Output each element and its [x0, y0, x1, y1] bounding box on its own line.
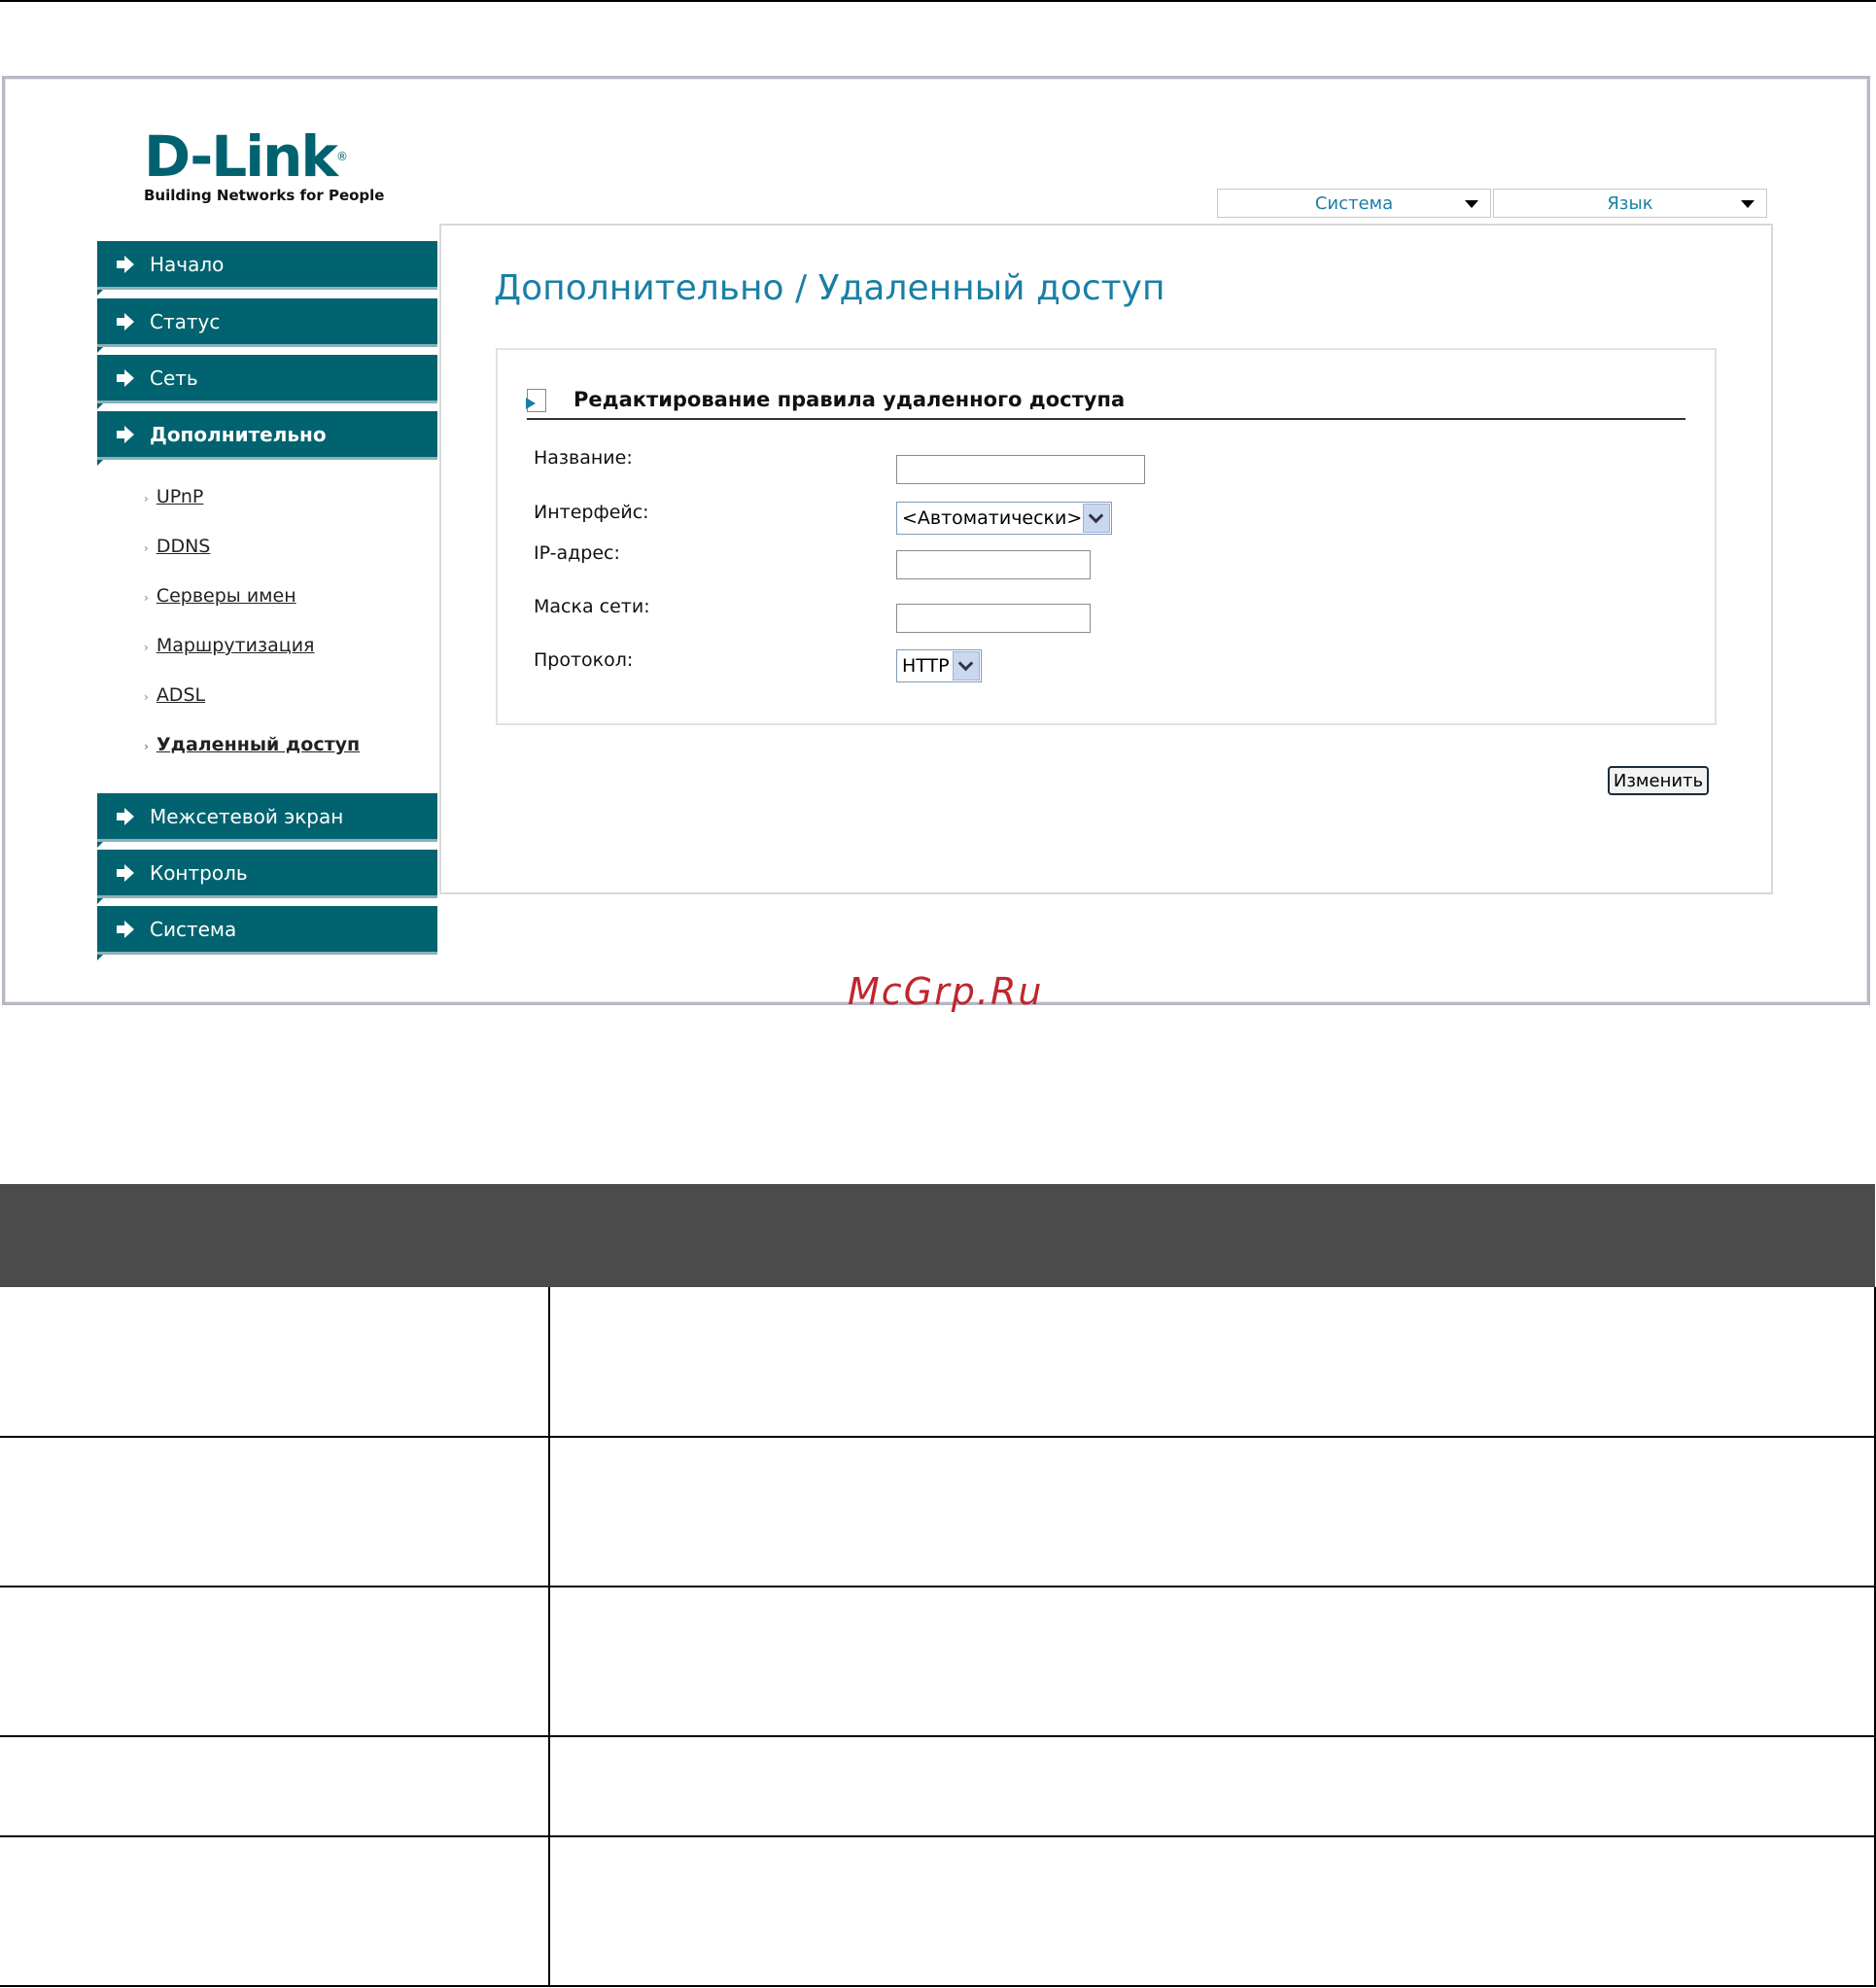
logo-brand: D-Link	[144, 123, 338, 190]
sidebar-item-control[interactable]: Контроль	[97, 850, 437, 904]
arrow-right-icon	[117, 312, 138, 331]
table-row	[0, 1587, 1876, 1737]
section-header: Редактирование правила удаленного доступ…	[526, 388, 1685, 420]
dlink-logo: D-Link® Building Networks for People	[144, 123, 385, 204]
sidebar-subitem-ddns[interactable]: › DDNS	[144, 536, 210, 557]
sidebar-item-label: Статус	[150, 309, 221, 333]
netmask-field[interactable]	[896, 604, 1091, 633]
mask-label: Маска сети:	[534, 596, 650, 617]
sidebar-item-label: Межсетевой экран	[150, 804, 344, 828]
table-cell-desc	[549, 1587, 1876, 1737]
sidebar-item-firewall[interactable]: Межсетевой экран	[97, 793, 437, 848]
table-row	[0, 1736, 1876, 1837]
table-cell-desc	[549, 1736, 1876, 1837]
sidebar-item-label: Дополнительно	[150, 422, 327, 446]
table-cell-desc	[549, 1437, 1876, 1587]
interface-select-value: <Автоматически>	[902, 507, 1083, 529]
protocol-select[interactable]: HTTP	[896, 649, 982, 682]
change-button[interactable]: Изменить	[1608, 766, 1709, 795]
table-row	[0, 1836, 1876, 1987]
bullet-icon: ›	[144, 541, 149, 555]
sidebar-item-advanced[interactable]: Дополнительно	[97, 411, 437, 466]
table-header	[0, 1184, 1875, 1287]
sidebar-item-label: Начало	[150, 252, 225, 276]
bullet-icon: ›	[144, 740, 149, 753]
sidebar-item-home[interactable]: Начало	[97, 241, 437, 296]
bullet-icon: ›	[144, 690, 149, 704]
arrow-right-icon	[117, 368, 138, 387]
sidebar-subitem-dns-servers[interactable]: › Серверы имен	[144, 585, 296, 607]
table-row	[0, 1287, 1876, 1438]
sidebar-subitem-adsl[interactable]: › ADSL	[144, 684, 205, 706]
sidebar-item-status[interactable]: Статус	[97, 298, 437, 353]
language-menu[interactable]: Язык	[1493, 189, 1767, 218]
arrow-right-icon	[117, 807, 138, 825]
watermark: McGrp.Ru	[848, 970, 1044, 1013]
table-row	[0, 1437, 1876, 1587]
sidebar-item-label: Сеть	[150, 366, 198, 390]
arrow-right-icon	[117, 920, 138, 938]
system-menu[interactable]: Система	[1217, 189, 1491, 218]
sidebar-item-label: Контроль	[150, 860, 248, 885]
chevron-down-icon	[953, 651, 980, 680]
arrow-right-icon	[117, 255, 138, 273]
sidebar-subitem-remote-access[interactable]: › Удаленный доступ	[144, 734, 360, 755]
table-cell-param	[0, 1836, 550, 1987]
parameters-table	[0, 1184, 1876, 1987]
document-arrow-icon	[526, 389, 546, 412]
interface-select[interactable]: <Автоматически>	[896, 502, 1112, 535]
top-rule	[0, 0, 1876, 2]
table-cell-param	[0, 1736, 550, 1837]
interface-label: Интерфейс:	[534, 502, 649, 523]
page-title: Дополнительно / Удаленный доступ	[494, 268, 1165, 308]
sidebar-item-network[interactable]: Сеть	[97, 355, 437, 409]
sidebar-subitem-routing[interactable]: › Маршрутизация	[144, 635, 314, 656]
arrow-right-icon	[117, 425, 138, 443]
ip-label: IP-адрес:	[534, 542, 620, 564]
table-cell-desc	[549, 1287, 1876, 1438]
arrow-right-icon	[117, 863, 138, 882]
chevron-down-icon	[1741, 200, 1754, 208]
system-menu-label: Система	[1314, 192, 1394, 214]
logo-tagline: Building Networks for People	[144, 187, 385, 204]
protocol-label: Протокол:	[534, 649, 634, 671]
table-cell-desc	[549, 1836, 1876, 1987]
table-cell-param	[0, 1587, 550, 1737]
chevron-down-icon	[1465, 200, 1478, 208]
bullet-icon: ›	[144, 641, 149, 654]
sidebar-subitem-upnp[interactable]: › UPnP	[144, 486, 203, 507]
table-cell-param	[0, 1437, 550, 1587]
sidebar-item-system[interactable]: Система	[97, 906, 437, 960]
language-menu-label: Язык	[1607, 192, 1653, 214]
table-cell-param	[0, 1287, 550, 1438]
name-field[interactable]	[896, 455, 1145, 484]
protocol-select-value: HTTP	[902, 655, 950, 677]
name-label: Название:	[534, 447, 633, 469]
ip-address-field[interactable]	[896, 550, 1091, 579]
bullet-icon: ›	[144, 591, 149, 605]
chevron-down-icon	[1083, 504, 1110, 533]
sidebar-item-label: Система	[150, 917, 237, 941]
bullet-icon: ›	[144, 492, 149, 506]
section-title: Редактирование правила удаленного доступ…	[573, 388, 1126, 411]
